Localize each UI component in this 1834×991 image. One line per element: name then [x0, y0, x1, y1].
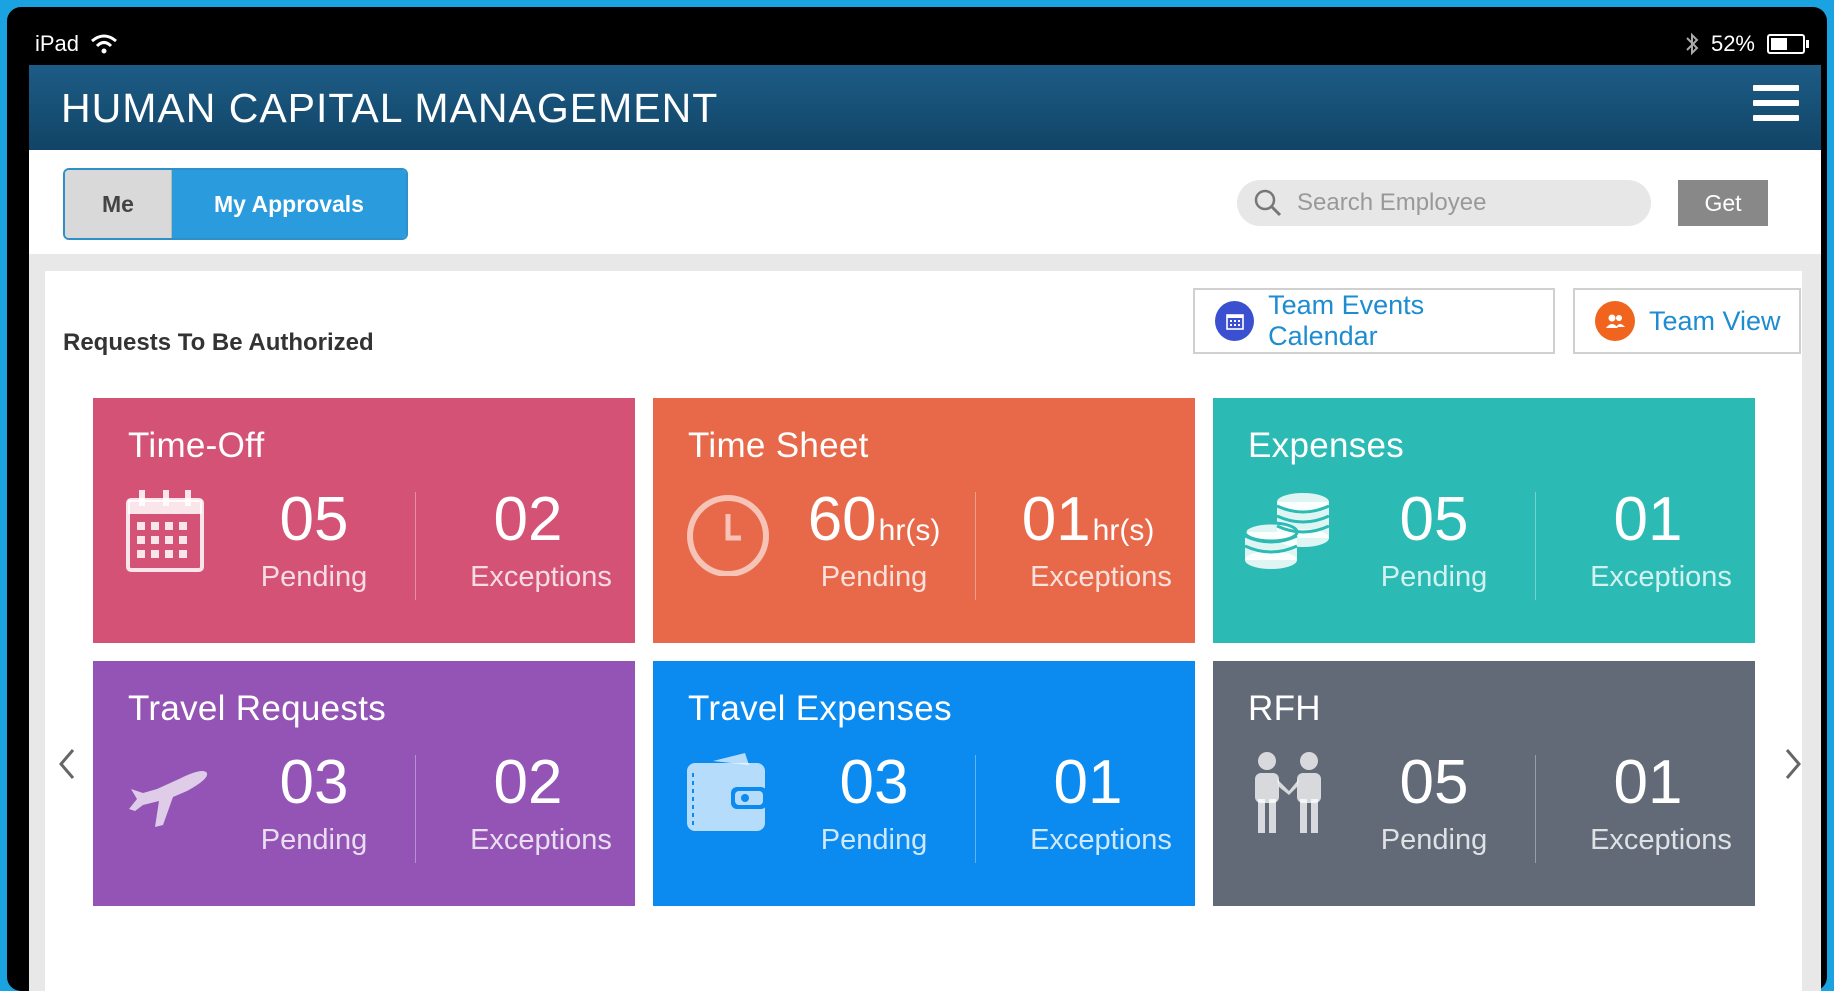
status-bar: iPad 52%: [29, 19, 1819, 63]
device-frame: iPad 52% HUMAN CAPITAL MANAGEMENT Me My …: [7, 7, 1827, 991]
app-header: HUMAN CAPITAL MANAGEMENT: [29, 65, 1821, 150]
pending-unit: hr(s): [878, 514, 941, 547]
exceptions-count: 02: [493, 748, 563, 817]
team-events-calendar-button[interactable]: Team Events Calendar: [1193, 288, 1555, 354]
hamburger-line: [1753, 100, 1799, 106]
exceptions-label: Exceptions: [1030, 824, 1172, 856]
airplane-icon: [129, 771, 208, 827]
divider: [975, 492, 976, 600]
tab-me[interactable]: Me: [65, 170, 172, 238]
tile-time-sheet[interactable]: Time Sheet 60hr(s) Pending 01hr(s) Excep…: [653, 398, 1195, 643]
team-icon: [1595, 301, 1635, 341]
view-segmented-control: Me My Approvals: [63, 168, 408, 240]
tile-travel-requests[interactable]: Travel Requests 03 Pending 02 Exceptions: [93, 661, 635, 906]
pending-count: 03: [279, 748, 349, 817]
calendar-icon: [126, 490, 204, 572]
wallet-icon: [687, 753, 767, 831]
exceptions-count: 01hr(s): [988, 484, 1188, 555]
pending-count: 03: [839, 748, 909, 817]
hamburger-icon: [1753, 85, 1799, 91]
exceptions-count: 01: [1613, 485, 1683, 554]
exceptions-label: Exceptions: [470, 561, 612, 593]
pending-count: 05: [279, 485, 349, 554]
divider: [415, 492, 416, 600]
exceptions-count: 01: [1053, 748, 1123, 817]
search-icon: [1254, 189, 1282, 217]
pending-count: 60hr(s): [774, 484, 974, 555]
team-events-calendar-label: Team Events Calendar: [1268, 290, 1425, 351]
bluetooth-icon: [1686, 32, 1699, 56]
pending-label: Pending: [260, 824, 368, 856]
tile-title: Travel Expenses: [688, 689, 952, 728]
battery-icon: [1767, 34, 1809, 54]
exceptions-label: Exceptions: [1590, 561, 1732, 593]
tile-title: Time Sheet: [688, 426, 869, 465]
menu-button[interactable]: [1753, 85, 1799, 125]
tile-title: RFH: [1248, 689, 1321, 728]
previous-page-arrow-icon[interactable]: [57, 746, 77, 782]
exceptions-label: Exceptions: [470, 824, 612, 856]
pending-label: Pending: [260, 561, 368, 593]
calendar-icon: [1215, 301, 1255, 341]
tile-title: Expenses: [1248, 426, 1405, 465]
next-page-arrow-icon[interactable]: [1783, 746, 1803, 782]
toolbar: Me My Approvals Get: [29, 150, 1821, 254]
exceptions-value: 01: [1021, 485, 1091, 554]
team-view-button[interactable]: Team View: [1573, 288, 1801, 354]
search-employee-input[interactable]: [1295, 188, 1629, 218]
tile-time-off[interactable]: Time-Off 05 Pending 02 Exceptions: [93, 398, 635, 643]
pending-label: Pending: [1380, 824, 1488, 856]
pending-count: 05: [1399, 485, 1469, 554]
team-view-label: Team View: [1649, 305, 1781, 336]
exceptions-label: Exceptions: [1030, 561, 1172, 593]
app-title: HUMAN CAPITAL MANAGEMENT: [61, 85, 719, 131]
get-button[interactable]: Get: [1678, 180, 1768, 226]
tab-my-approvals[interactable]: My Approvals: [172, 170, 406, 238]
pending-label: Pending: [1380, 561, 1488, 593]
pending-label: Pending: [820, 561, 928, 593]
tile-rfh[interactable]: RFH 05 Pending 01 Exceptions: [1213, 661, 1755, 906]
coins-icon: [1243, 493, 1330, 569]
device-name: iPad: [35, 31, 80, 56]
wifi-icon: [91, 34, 118, 54]
hamburger-line: [1753, 115, 1799, 121]
exceptions-label: Exceptions: [1590, 824, 1732, 856]
pending-count: 05: [1399, 748, 1469, 817]
section-title: Requests To Be Authorized: [63, 329, 374, 356]
exceptions-count: 02: [493, 485, 563, 554]
tile-title: Time-Off: [128, 426, 265, 465]
divider: [975, 755, 976, 863]
tile-expenses[interactable]: Expenses 05 Pending 01 Exceptions: [1213, 398, 1755, 643]
divider: [1535, 492, 1536, 600]
tile-title: Travel Requests: [128, 689, 387, 728]
main-content: Requests To Be Authorized Team Events Ca…: [45, 271, 1802, 991]
people-icon: [1255, 752, 1321, 833]
tile-travel-expenses[interactable]: Travel Expenses 03 Pending 01 Exceptions: [653, 661, 1195, 906]
exceptions-count: 01: [1613, 748, 1683, 817]
battery-percent: 52%: [1710, 31, 1755, 56]
divider: [1535, 755, 1536, 863]
search-box: [1237, 180, 1651, 226]
clock-icon: [687, 495, 769, 576]
exceptions-unit: hr(s): [1092, 514, 1155, 547]
pending-label: Pending: [820, 824, 928, 856]
app-screen: HUMAN CAPITAL MANAGEMENT Me My Approvals…: [29, 65, 1821, 991]
divider: [415, 755, 416, 863]
pending-value: 60: [807, 485, 877, 554]
